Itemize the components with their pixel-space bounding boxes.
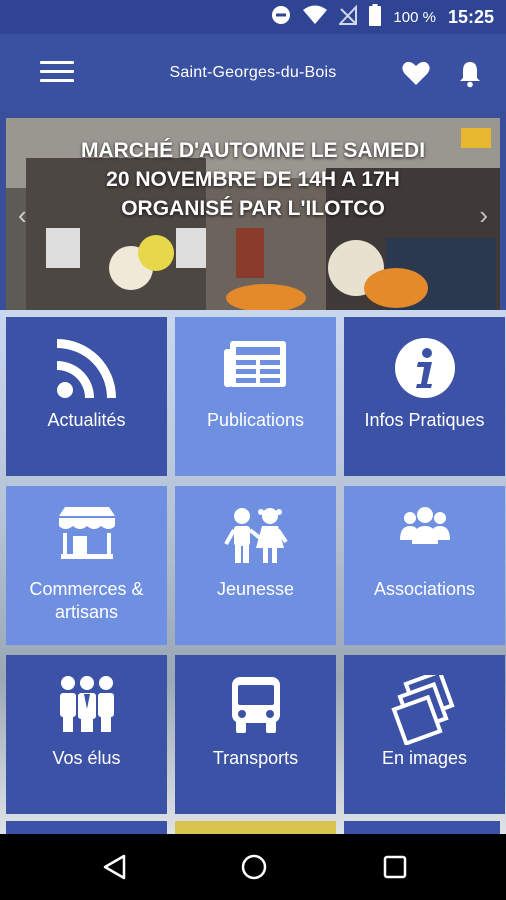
tile-vos-elus[interactable]: Vos élus (6, 655, 167, 814)
tile-publications[interactable]: Publications (175, 317, 336, 476)
tile-actualites[interactable]: Actualités (6, 317, 167, 476)
system-nav-bar (0, 834, 506, 900)
info-icon (344, 337, 505, 399)
tile-label: Actualités (47, 410, 126, 430)
headline-line: 20 NOVEMBRE DE 14H A 17H (106, 168, 400, 191)
back-icon[interactable] (100, 852, 130, 882)
tile-label: Commerces & artisans (10, 578, 163, 624)
tile-label-line: Commerces & (29, 579, 144, 599)
tile-peek (175, 821, 336, 834)
tile-label: Vos élus (52, 748, 121, 768)
do-not-disturb-icon (271, 5, 291, 30)
tile-label: Jeunesse (216, 579, 295, 599)
bell-icon[interactable] (458, 60, 482, 88)
headline-line: MARCHÉ D'AUTOMNE LE SAMEDI (80, 139, 426, 162)
heart-icon[interactable] (402, 60, 430, 88)
tile-label: Publications (206, 410, 305, 430)
officials-icon (6, 675, 167, 733)
children-icon (175, 506, 336, 564)
tile-associations[interactable]: Associations (344, 486, 505, 645)
newspaper-icon (175, 337, 336, 393)
banner-headline: MARCHÉ D'AUTOMNE LE SAMEDI 20 NOVEMBRE D… (26, 136, 480, 223)
news-carousel[interactable]: MARCHÉ D'AUTOMNE LE SAMEDI 20 NOVEMBRE D… (6, 118, 500, 310)
tile-label-line: artisans (54, 602, 119, 622)
tile-commerces-artisans[interactable]: Commerces & artisans (6, 486, 167, 645)
bus-icon (175, 675, 336, 735)
headline-line: ORGANISÉ PAR L'ILOTCO (121, 197, 385, 220)
tile-transports[interactable]: Transports (175, 655, 336, 814)
recents-icon[interactable] (380, 852, 410, 882)
menu-icon[interactable] (40, 61, 74, 85)
tile-label: Associations (373, 579, 476, 599)
tile-jeunesse[interactable]: Jeunesse (175, 486, 336, 645)
wifi-icon (303, 5, 328, 30)
rss-icon (6, 337, 167, 399)
carousel-next-icon[interactable]: › (479, 200, 488, 231)
app-bar: Saint-Georges-du-Bois (0, 34, 506, 112)
tile-peek (344, 821, 500, 834)
carousel-prev-icon[interactable]: ‹ (18, 200, 27, 231)
status-bar: 100 % 15:25 (0, 0, 506, 34)
home-icon[interactable] (239, 852, 269, 882)
tile-label: Transports (212, 748, 299, 768)
no-signal-icon (338, 3, 358, 30)
battery-icon (369, 3, 382, 31)
tile-infos-pratiques[interactable]: Infos Pratiques (344, 317, 505, 476)
clock: 15:25 (447, 6, 494, 27)
tile-en-images[interactable]: En images (344, 655, 505, 814)
group-icon (344, 506, 505, 546)
shop-icon (6, 506, 167, 560)
page-title: Saint-Georges-du-Bois (169, 64, 337, 81)
tile-peek (6, 821, 167, 834)
photos-icon (344, 675, 505, 745)
tile-label: Infos Pratiques (364, 410, 485, 430)
tile-label: En images (381, 748, 468, 768)
battery-percent: 100 % (393, 8, 436, 26)
